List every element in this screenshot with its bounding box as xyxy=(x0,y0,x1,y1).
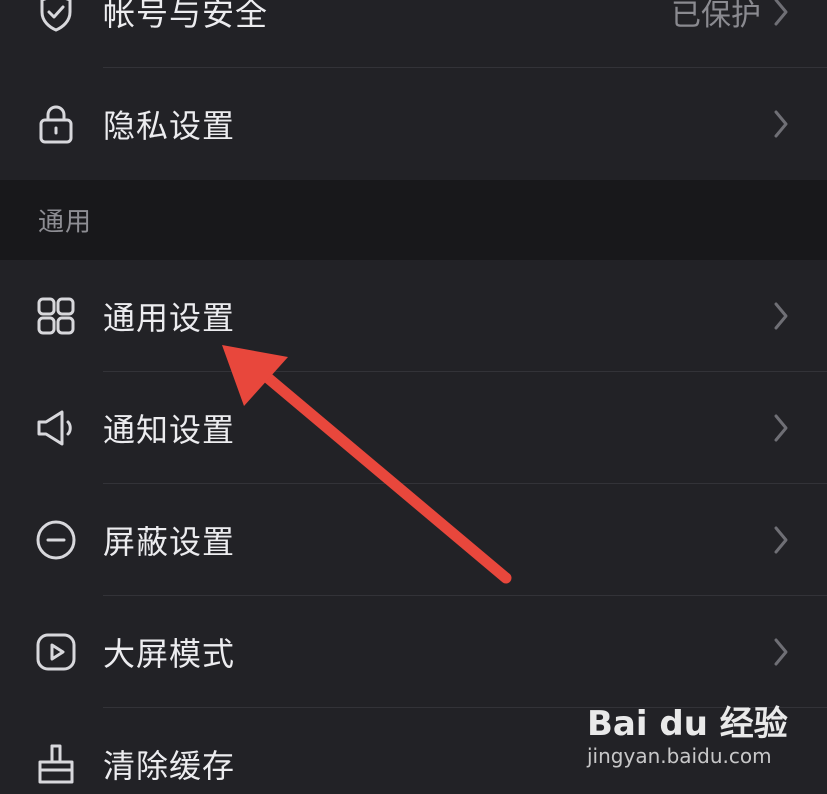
settings-item-general[interactable]: 通用设置 xyxy=(0,260,827,372)
chevron-right-icon xyxy=(771,108,791,140)
baidu-watermark: Bai du 经验 jingyan.baidu.com xyxy=(587,696,788,776)
chevron-right-icon xyxy=(771,0,791,28)
chevron-right-icon xyxy=(771,524,791,556)
minus-circle-icon xyxy=(34,518,78,562)
watermark-logo: Bai du 经验 xyxy=(587,704,788,744)
settings-screen: 帐号与安全 已保护 隐私设置 通用 通用设置 通知设置 屏蔽设置 大屏模式 清除… xyxy=(0,0,827,794)
chevron-right-icon xyxy=(771,412,791,444)
speaker-icon xyxy=(34,406,78,450)
brush-icon xyxy=(34,742,78,786)
settings-item-privacy[interactable]: 隐私设置 xyxy=(0,68,827,180)
watermark-url: jingyan.baidu.com xyxy=(587,744,772,768)
settings-item-label: 清除缓存 xyxy=(103,747,236,785)
settings-item-label: 隐私设置 xyxy=(103,107,236,145)
section-title: 通用 xyxy=(38,207,93,238)
settings-item-label: 帐号与安全 xyxy=(103,0,269,33)
settings-item-large-screen[interactable]: 大屏模式 xyxy=(0,596,827,708)
section-header-general: 通用 xyxy=(0,180,827,260)
settings-item-label: 通用设置 xyxy=(103,299,236,337)
grid-icon xyxy=(34,294,78,338)
settings-item-account-security[interactable]: 帐号与安全 已保护 xyxy=(0,0,827,68)
settings-item-label: 大屏模式 xyxy=(103,635,236,673)
shield-check-icon xyxy=(34,0,78,34)
chevron-right-icon xyxy=(771,636,791,668)
settings-item-block[interactable]: 屏蔽设置 xyxy=(0,484,827,596)
play-screen-icon xyxy=(34,630,78,674)
status-value: 已保护 xyxy=(671,0,761,33)
settings-item-notification[interactable]: 通知设置 xyxy=(0,372,827,484)
chevron-right-icon xyxy=(771,300,791,332)
lock-icon xyxy=(34,102,78,146)
settings-item-label: 屏蔽设置 xyxy=(103,523,236,561)
settings-item-label: 通知设置 xyxy=(103,411,236,449)
